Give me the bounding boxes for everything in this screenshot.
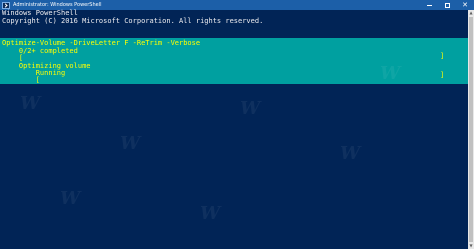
powershell-icon [2, 1, 10, 9]
maximize-button[interactable] [438, 0, 456, 10]
console-area[interactable]: Windows PowerShell Copyright (C) 2016 Mi… [0, 9, 468, 249]
window-controls: ✕ [420, 0, 474, 10]
watermark-glyph: W [120, 133, 141, 154]
scroll-down-arrow-icon[interactable]: ▼ [468, 243, 474, 249]
progress-bar-right: ] [440, 52, 445, 61]
watermark-glyph: W [240, 98, 261, 119]
vertical-scrollbar[interactable]: ▲ ▼ [468, 10, 474, 249]
watermark-glyph: W [60, 188, 81, 209]
watermark-glyph: W [340, 143, 361, 164]
close-button[interactable]: ✕ [456, 0, 474, 10]
progress-panel: Optimize-Volume -DriveLetter F -ReTrim -… [0, 38, 468, 84]
console-line: Copyright (C) 2016 Microsoft Corporation… [2, 16, 264, 25]
minimize-icon [426, 5, 432, 6]
close-icon: ✕ [462, 1, 468, 9]
progress-status: 0/2+ completed [18, 46, 78, 55]
watermark-glyph: W [20, 93, 41, 114]
minimize-button[interactable] [420, 0, 438, 10]
maximize-icon [444, 2, 450, 8]
sub-progress-bar-left: [ [35, 76, 40, 84]
scroll-thumb[interactable] [469, 17, 473, 242]
sub-progress-status: Running [35, 69, 66, 78]
window-title: Administrator: Windows PowerShell [13, 2, 102, 8]
scroll-up-arrow-icon[interactable]: ▲ [468, 10, 474, 16]
watermark-glyph: W [200, 203, 221, 224]
powershell-window: Administrator: Windows PowerShell ✕ Wind… [0, 0, 474, 249]
sub-progress-bar-right: ] [440, 71, 445, 79]
